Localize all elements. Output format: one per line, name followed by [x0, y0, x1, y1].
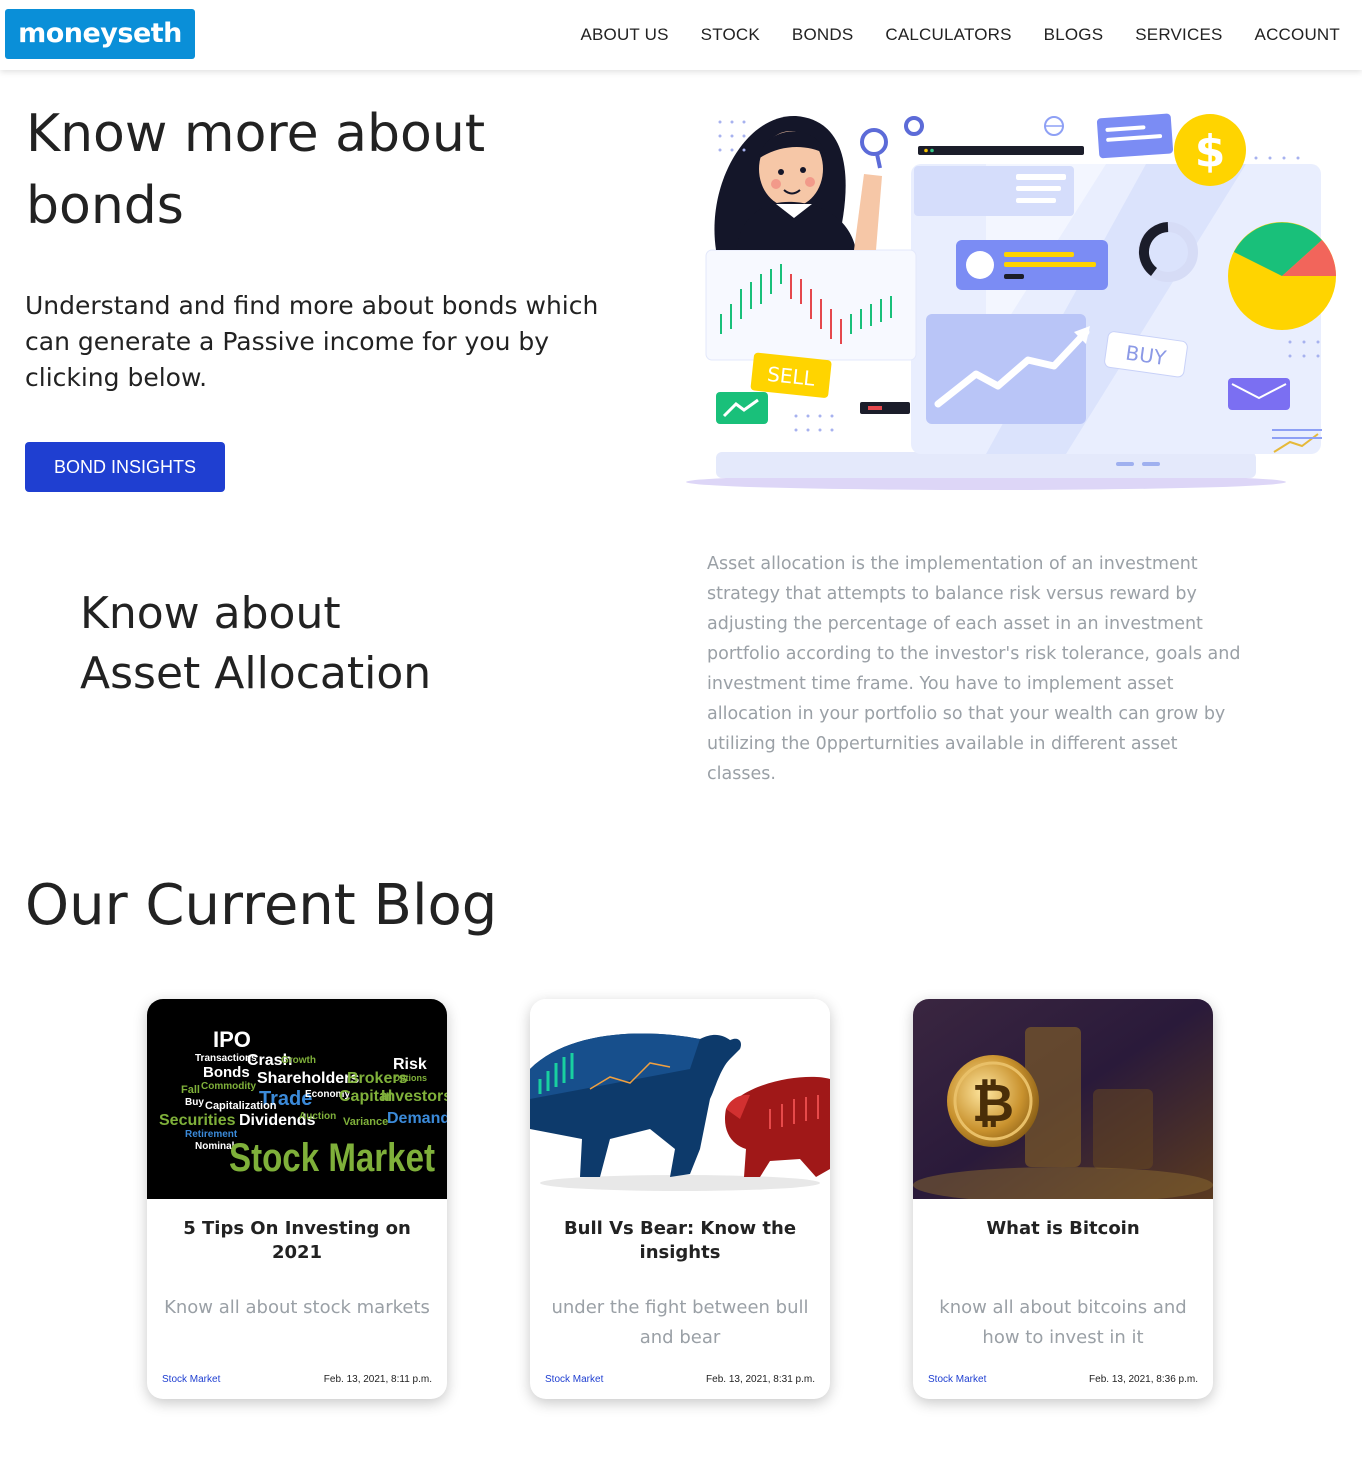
laptop-base	[716, 452, 1256, 478]
hero-illustration: BUY SELL $	[686, 113, 1336, 490]
word-cloud-word: Shareholders	[257, 1070, 359, 1087]
nav-item-blogs: BLOGS	[1044, 25, 1104, 45]
word-cloud-word: Buy	[185, 1097, 204, 1108]
gear-icon	[904, 116, 924, 136]
blog-card-description: know all about bitcoins and how to inves…	[939, 1297, 1187, 1348]
word-cloud-word: Options	[393, 1073, 427, 1083]
asset-allocation-title-line1: Know about	[80, 588, 341, 639]
blog-card-title[interactable]: 5 Tips On Investing on 2021	[167, 1217, 427, 1265]
woman-character	[714, 115, 888, 250]
bond-insights-button[interactable]: BOND INSIGHTS	[25, 442, 225, 492]
word-cloud-word: Variance	[343, 1116, 388, 1128]
blog-card-category[interactable]: Stock Market	[928, 1374, 986, 1385]
asset-allocation-text: Asset allocation is the implementation o…	[707, 554, 1241, 784]
blog-card-date: Feb. 13, 2021, 8:31 p.m.	[706, 1374, 815, 1385]
blog-card-title[interactable]: Bull Vs Bear: Know the insights	[550, 1217, 810, 1265]
nav-link-account[interactable]: ACCOUNT	[1255, 25, 1340, 44]
blog-heading: Our Current Blog	[25, 873, 498, 938]
blog-card[interactable]: Bull Vs Bear: Know the insights under th…	[530, 999, 830, 1399]
word-cloud-word: Demand	[387, 1110, 447, 1127]
word-cloud-word: Capitalization	[205, 1100, 277, 1112]
blog-card-category[interactable]: Stock Market	[162, 1374, 220, 1385]
svg-text:$: $	[1195, 126, 1226, 177]
nav-item-about-us: ABOUT US	[580, 25, 668, 45]
word-cloud-word: Fall	[181, 1084, 200, 1096]
blog-card-image-bitcoin: ₿	[913, 999, 1213, 1199]
navbar: moneyseth ABOUT US STOCK BONDS CALCULATO…	[0, 0, 1362, 70]
brand-logo[interactable]: moneyseth	[5, 9, 195, 59]
blog-card-date: Feb. 13, 2021, 8:36 p.m.	[1089, 1374, 1198, 1385]
blog-card-category[interactable]: Stock Market	[545, 1374, 603, 1385]
word-cloud-word: Bonds	[203, 1064, 250, 1081]
word-cloud-word: IPO	[213, 1027, 251, 1052]
hero-title: Know more about bonds	[26, 104, 486, 236]
word-cloud-word: Stock Market	[229, 1136, 435, 1180]
blog-card-description: under the fight between bull and bear	[551, 1297, 809, 1348]
blog-card[interactable]: IPO Transactions Crash Growth Risk Bonds…	[147, 999, 447, 1399]
hero-subtitle: Understand and find more about bonds whi…	[25, 291, 599, 392]
envelope-icon	[1228, 378, 1290, 410]
svg-text:₿: ₿	[972, 1074, 1014, 1134]
word-cloud-word: Commodity	[201, 1081, 256, 1092]
sell-tag: SELL	[750, 352, 832, 398]
word-cloud-word: Securities	[159, 1112, 236, 1129]
word-cloud-word: Auction	[299, 1111, 336, 1122]
nav-link-calculators[interactable]: CALCULATORS	[885, 25, 1011, 44]
blog-card-title[interactable]: What is Bitcoin	[933, 1217, 1193, 1241]
blog-card[interactable]: ₿ What is Bitcoin know all about bitcoin…	[913, 999, 1213, 1399]
nav-link-services[interactable]: SERVICES	[1135, 25, 1222, 44]
svg-text:SELL: SELL	[766, 362, 817, 391]
word-cloud-word: Investors	[381, 1088, 447, 1105]
pie-chart	[1228, 222, 1336, 330]
nav-item-calculators: CALCULATORS	[885, 25, 1011, 45]
asset-allocation-title: Know about Asset Allocation	[80, 584, 600, 704]
nav-link-bonds[interactable]: BONDS	[792, 25, 853, 44]
blog-card-date: Feb. 13, 2021, 8:11 p.m.	[323, 1374, 432, 1385]
nav-item-services: SERVICES	[1135, 25, 1222, 45]
nav-menu: ABOUT US STOCK BONDS CALCULATORS BLOGS S…	[580, 0, 1340, 70]
blog-card-image-stock-market: IPO Transactions Crash Growth Risk Bonds…	[147, 999, 447, 1199]
blog-card-description: Know all about stock markets	[164, 1297, 430, 1318]
nav-link-about-us[interactable]: ABOUT US	[580, 25, 668, 44]
nav-item-account: ACCOUNT	[1255, 25, 1340, 45]
nav-link-blogs[interactable]: BLOGS	[1044, 25, 1104, 44]
asset-allocation-title-line2: Asset Allocation	[80, 648, 432, 699]
nav-item-stock: STOCK	[701, 25, 760, 45]
nav-item-bonds: BONDS	[792, 25, 853, 45]
word-cloud-word: Growth	[281, 1055, 316, 1066]
nav-link-stock[interactable]: STOCK	[701, 25, 760, 44]
blog-card-image-bull-vs-bear	[530, 999, 830, 1199]
